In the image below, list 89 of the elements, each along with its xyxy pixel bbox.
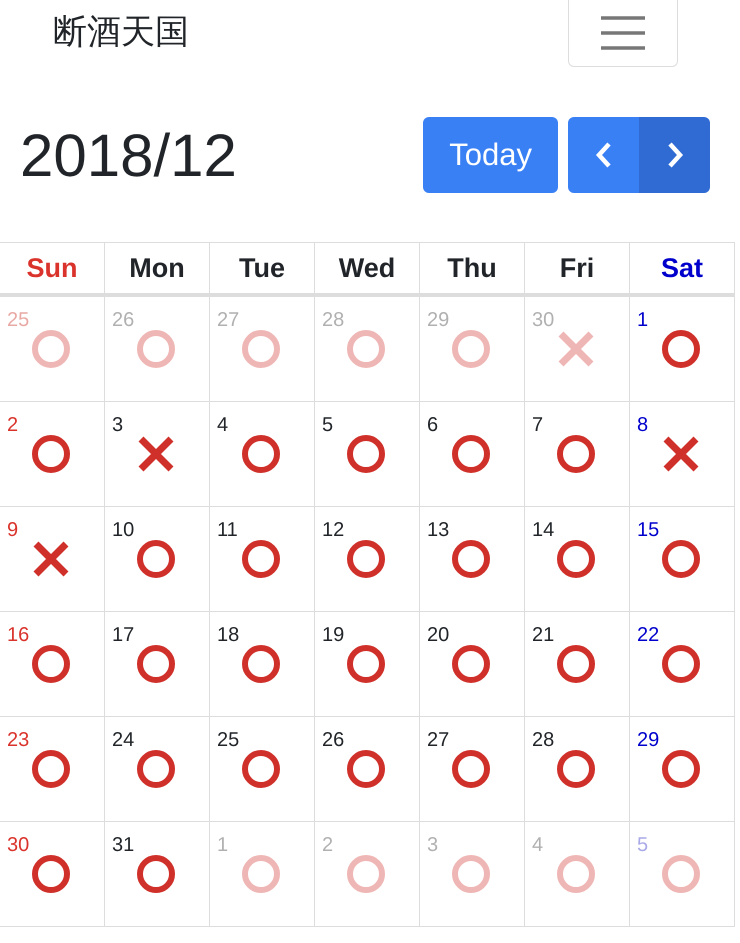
- day-cell[interactable]: 15: [630, 507, 735, 612]
- day-cell[interactable]: 26: [315, 717, 420, 822]
- day-number: 15: [637, 519, 660, 542]
- day-number: 5: [637, 834, 648, 857]
- day-number: 29: [427, 309, 450, 332]
- day-number: 22: [637, 624, 660, 647]
- day-number: 10: [112, 519, 134, 542]
- day-cell[interactable]: 27: [420, 717, 525, 822]
- day-number: 4: [532, 834, 544, 857]
- chevron-right-icon: [666, 141, 684, 169]
- day-number: 16: [7, 624, 30, 647]
- day-cell[interactable]: 12: [315, 507, 420, 612]
- day-number: 5: [322, 414, 334, 437]
- day-cell[interactable]: 3: [105, 402, 210, 507]
- day-cell[interactable]: 20: [420, 612, 525, 717]
- day-number: 31: [112, 834, 134, 857]
- weekday-header: Sun: [0, 243, 105, 297]
- day-number: 28: [322, 309, 344, 332]
- day-number: 19: [322, 624, 344, 647]
- menu-button[interactable]: [568, 0, 678, 67]
- weekday-header: Fri: [525, 243, 630, 297]
- day-cell[interactable]: 8: [630, 402, 735, 507]
- day-cell[interactable]: 14: [525, 507, 630, 612]
- day-number: 25: [217, 729, 240, 752]
- day-cell[interactable]: 24: [105, 717, 210, 822]
- day-cell[interactable]: 1: [630, 297, 735, 402]
- day-cell[interactable]: 5: [315, 402, 420, 507]
- day-cell[interactable]: 9: [0, 507, 105, 612]
- day-number: 1: [637, 309, 648, 332]
- day-cell[interactable]: 13: [420, 507, 525, 612]
- day-number: 25: [7, 309, 30, 332]
- weekday-header: Thu: [420, 243, 525, 297]
- weekday-header: Tue: [210, 243, 315, 297]
- day-number: 11: [217, 519, 238, 542]
- brand-title[interactable]: 断酒天国: [53, 9, 189, 55]
- day-cell[interactable]: 28: [525, 717, 630, 822]
- day-cell[interactable]: 6: [420, 402, 525, 507]
- chevron-left-icon: [594, 141, 612, 169]
- day-number: 23: [7, 729, 30, 752]
- day-number: 4: [217, 414, 228, 437]
- day-cell[interactable]: 11: [210, 507, 315, 612]
- day-cell[interactable]: 23: [0, 717, 105, 822]
- day-cell[interactable]: 2: [0, 402, 105, 507]
- day-cell[interactable]: 31: [105, 822, 210, 927]
- day-number: 26: [322, 729, 344, 752]
- day-number: 9: [7, 519, 18, 542]
- month-title: 2018/12: [20, 120, 237, 190]
- day-number: 7: [532, 414, 544, 437]
- day-cell[interactable]: 25: [210, 717, 315, 822]
- day-number: 14: [532, 519, 554, 542]
- day-number: 27: [217, 309, 240, 332]
- day-cell[interactable]: 10: [105, 507, 210, 612]
- day-number: 30: [7, 834, 30, 857]
- weekday-header: Wed: [315, 243, 420, 297]
- day-number: 17: [112, 624, 134, 647]
- day-cell[interactable]: 17: [105, 612, 210, 717]
- day-number: 1: [217, 834, 228, 857]
- next-button[interactable]: [639, 117, 710, 193]
- day-number: 26: [112, 309, 134, 332]
- day-cell[interactable]: 21: [525, 612, 630, 717]
- day-cell[interactable]: 19: [315, 612, 420, 717]
- day-number: 28: [532, 729, 554, 752]
- today-button[interactable]: Today: [423, 117, 558, 193]
- day-number: 21: [532, 624, 554, 647]
- day-cell[interactable]: 30: [0, 822, 105, 927]
- day-number: 8: [637, 414, 648, 437]
- day-number: 18: [217, 624, 240, 647]
- day-number: 3: [427, 834, 438, 857]
- day-cell[interactable]: 18: [210, 612, 315, 717]
- day-number: 29: [637, 729, 660, 752]
- day-cell[interactable]: 16: [0, 612, 105, 717]
- day-number: 27: [427, 729, 450, 752]
- day-number: 20: [427, 624, 450, 647]
- day-number: 3: [112, 414, 124, 437]
- day-number: 24: [112, 729, 134, 752]
- weekday-header: Mon: [105, 243, 210, 297]
- day-number: 2: [322, 834, 334, 857]
- day-number: 2: [7, 414, 18, 437]
- day-number: 30: [532, 309, 554, 332]
- weekday-header: Sat: [630, 243, 735, 297]
- previous-button[interactable]: [568, 117, 639, 193]
- day-cell[interactable]: 4: [210, 402, 315, 507]
- day-cell[interactable]: 7: [525, 402, 630, 507]
- day-cell[interactable]: 22: [630, 612, 735, 717]
- day-number: 6: [427, 414, 438, 437]
- day-cell[interactable]: 29: [630, 717, 735, 822]
- menu-icon: [599, 14, 647, 50]
- day-number: 12: [322, 519, 344, 542]
- day-number: 13: [427, 519, 450, 542]
